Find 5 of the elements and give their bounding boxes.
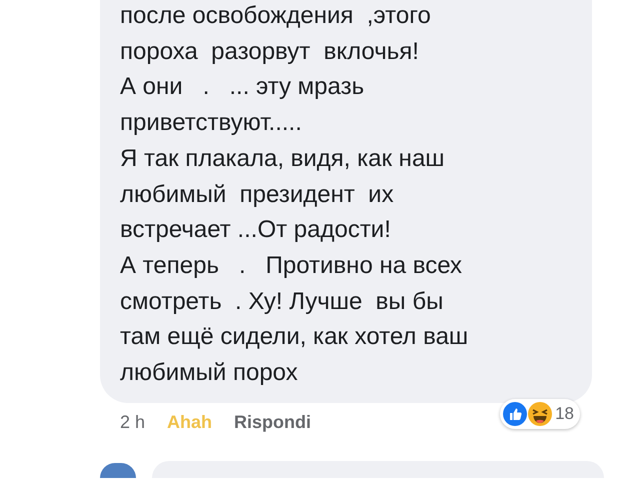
comment-text: после освобождения ,этого пороха разорвут вклочья! А они . ... эту мразь приветствуют..... Я так плакала, видя, как наш любимый президент их встречает ...От радости! А теперь . Противно на всех смотреть . Ху! Лучше вы бы там ещё сидели, как хотел ваш любимый порох xyxy=(120,1,470,388)
reaction-count: 18 xyxy=(555,403,574,426)
reply-link[interactable]: Rispondi xyxy=(234,408,312,436)
reaction-summary[interactable]: 18 xyxy=(500,399,580,429)
timestamp[interactable]: 2 h xyxy=(120,408,146,436)
